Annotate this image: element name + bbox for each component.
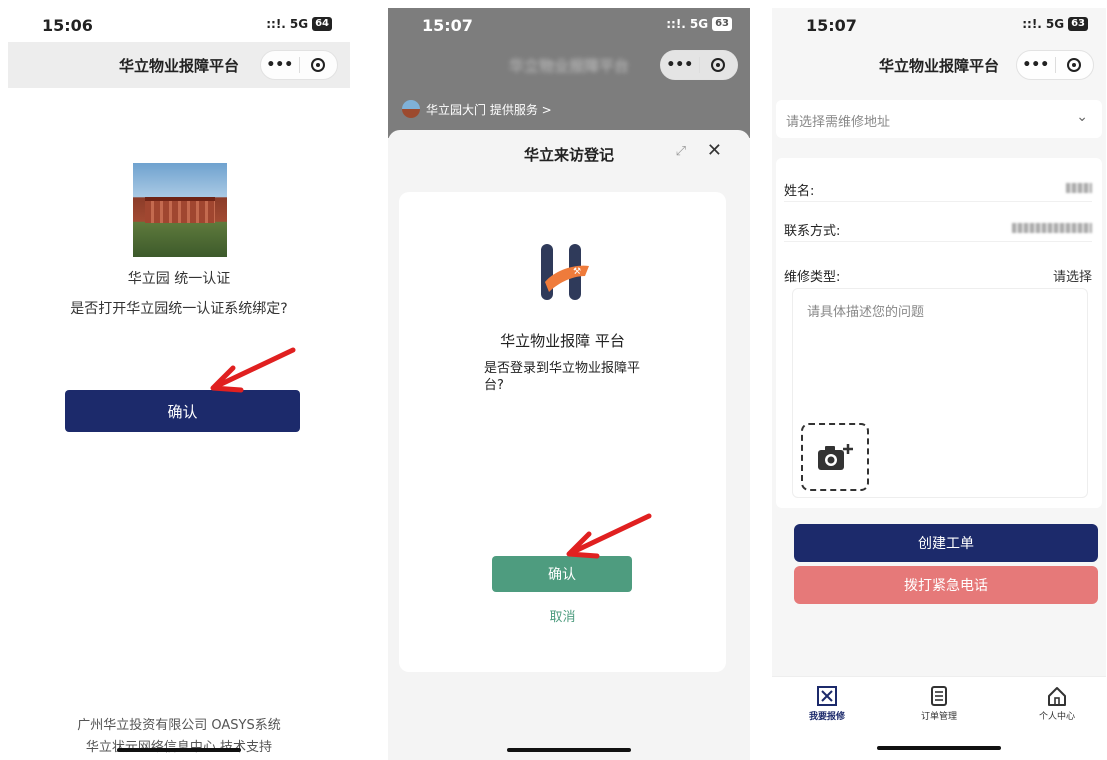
description-textarea[interactable]: 请具体描述您的问题 bbox=[792, 288, 1088, 498]
battery-icon: 63 bbox=[712, 17, 732, 31]
h-logo-icon: ⚒ bbox=[541, 244, 589, 300]
miniprogram-capsule: ••• bbox=[660, 50, 738, 80]
home-indicator[interactable] bbox=[117, 748, 241, 752]
sheet-title: 华立来访登记 bbox=[523, 146, 614, 164]
record-icon[interactable] bbox=[300, 57, 338, 73]
home-indicator[interactable] bbox=[877, 746, 1001, 750]
ellipsis-icon[interactable]: ••• bbox=[261, 57, 299, 73]
network-label: 5G bbox=[689, 17, 709, 31]
card-question: 是否登录到华立物业报障平台? bbox=[484, 361, 641, 393]
repair-icon bbox=[817, 686, 837, 706]
tab-label: 个人中心 bbox=[1038, 712, 1075, 722]
document-icon bbox=[931, 686, 947, 706]
home-indicator[interactable] bbox=[507, 748, 631, 752]
status-bar: 15:07 ::!. 5G 63 bbox=[388, 8, 750, 42]
address-select[interactable]: 请选择需维修地址 ⌄ bbox=[776, 100, 1102, 138]
footer-company: 广州华立投资有限公司 OASYS系统 bbox=[77, 718, 281, 733]
repair-type-value[interactable]: 请选择 bbox=[1053, 266, 1092, 285]
photo-upload-button[interactable] bbox=[801, 423, 869, 491]
auth-question: 是否打开华立园统一认证系统绑定? bbox=[70, 301, 288, 317]
annotation-arrow bbox=[210, 347, 296, 393]
tab-label: 我要报修 bbox=[808, 712, 845, 722]
phone-screen-auth: 15:06 ::!. 5G 64 华立物业报障平台 ••• 华立园 统一认证 是… bbox=[8, 8, 350, 760]
app-name: 华立园 统一认证 bbox=[127, 271, 231, 287]
network-label: 5G bbox=[1045, 17, 1065, 31]
confirm-button[interactable]: 确认 bbox=[65, 390, 300, 432]
signal-icon: ::!. bbox=[1022, 17, 1042, 31]
record-icon[interactable] bbox=[1056, 57, 1094, 73]
chevron-down-icon: ⌄ bbox=[1076, 109, 1088, 125]
repair-type-label: 维修类型: bbox=[784, 270, 841, 285]
miniprogram-capsule: ••• bbox=[260, 50, 338, 80]
name-value-redacted bbox=[1066, 180, 1092, 195]
tab-label: 订单管理 bbox=[920, 712, 957, 722]
phone-screen-repair-form: 15:07 ::!. 5G 63 华立物业报障平台 ••• 请选择需维修地址 ⌄… bbox=[772, 8, 1106, 760]
home-icon bbox=[1048, 687, 1066, 706]
status-bar: 15:07 ::!. 5G 63 bbox=[772, 8, 1106, 42]
tab-bar: 我要报修 订单管理 个人中心 bbox=[772, 676, 1106, 760]
tab-order-management[interactable]: 订单管理 bbox=[904, 685, 974, 722]
network-label: 5G bbox=[289, 17, 309, 31]
footer-support: 华立状元网络信息中心 技术支持 bbox=[86, 740, 273, 755]
card-app-title: 华立物业报障 平台 bbox=[500, 332, 625, 350]
signal-icon: ::!. bbox=[266, 17, 286, 31]
battery-icon: 64 bbox=[312, 17, 332, 31]
cancel-button[interactable]: 取消 bbox=[399, 606, 726, 625]
close-icon[interactable]: ✕ bbox=[707, 140, 722, 161]
network-indicator: ::!. 5G 64 bbox=[266, 17, 332, 31]
ellipsis-icon[interactable]: ••• bbox=[1017, 57, 1055, 73]
status-bar: 15:06 ::!. 5G 64 bbox=[8, 8, 350, 42]
tab-report-repair[interactable]: 我要报修 bbox=[792, 685, 862, 722]
name-label: 姓名: bbox=[784, 184, 815, 199]
name-row[interactable]: 姓名: bbox=[784, 176, 1092, 202]
campus-logo-image bbox=[133, 163, 227, 257]
provider-label: 华立园大门 提供服务 > bbox=[426, 102, 552, 117]
repair-form: 姓名: 联系方式: 维修类型: 请选择 请具体描述您的问题 bbox=[776, 158, 1102, 508]
navbar: 华立物业报障平台 ••• bbox=[772, 42, 1106, 88]
contact-value-redacted bbox=[1012, 220, 1092, 235]
emergency-call-button[interactable]: 拨打紧急电话 bbox=[794, 566, 1098, 604]
contact-row[interactable]: 联系方式: bbox=[784, 216, 1092, 242]
description-placeholder: 请具体描述您的问题 bbox=[807, 305, 925, 320]
status-time: 15:06 bbox=[42, 16, 93, 35]
expand-icon[interactable]: ⤢ bbox=[676, 144, 686, 159]
phone-screen-login: 15:07 ::!. 5G 63 华立物业报障平台 ••• 华立园大门 提供服务… bbox=[388, 8, 750, 760]
login-card: ⚒ 华立物业报障 平台 是否登录到华立物业报障平台? 确认 取消 bbox=[399, 192, 726, 672]
service-provider-link[interactable]: 华立园大门 提供服务 > bbox=[402, 100, 552, 118]
contact-label: 联系方式: bbox=[784, 224, 841, 239]
navbar: 华立物业报障平台 ••• bbox=[388, 42, 750, 88]
signal-icon: ::!. bbox=[666, 17, 686, 31]
network-indicator: ::!. 5G 63 bbox=[666, 17, 732, 31]
miniprogram-capsule: ••• bbox=[1016, 50, 1094, 80]
record-icon[interactable] bbox=[700, 57, 738, 73]
status-time: 15:07 bbox=[806, 16, 857, 35]
address-placeholder: 请选择需维修地址 bbox=[786, 115, 891, 130]
battery-icon: 63 bbox=[1068, 17, 1088, 31]
status-time: 15:07 bbox=[422, 16, 473, 35]
svg-text:⚒: ⚒ bbox=[573, 267, 581, 277]
login-sheet: 华立来访登记 ⤢ ✕ ⚒ 华立物业报障 平台 是否登录到华立物业报障平台? 确认… bbox=[388, 130, 750, 760]
camera-add-icon bbox=[818, 444, 853, 470]
navbar: 华立物业报障平台 ••• bbox=[8, 42, 350, 88]
create-ticket-button[interactable]: 创建工单 bbox=[794, 524, 1098, 562]
annotation-arrow bbox=[566, 513, 652, 559]
provider-avatar bbox=[402, 100, 420, 118]
ellipsis-icon[interactable]: ••• bbox=[661, 57, 699, 73]
tab-personal-center[interactable]: 个人中心 bbox=[1022, 685, 1092, 722]
repair-type-row[interactable]: 维修类型: 请选择 bbox=[784, 262, 1092, 288]
network-indicator: ::!. 5G 63 bbox=[1022, 17, 1088, 31]
